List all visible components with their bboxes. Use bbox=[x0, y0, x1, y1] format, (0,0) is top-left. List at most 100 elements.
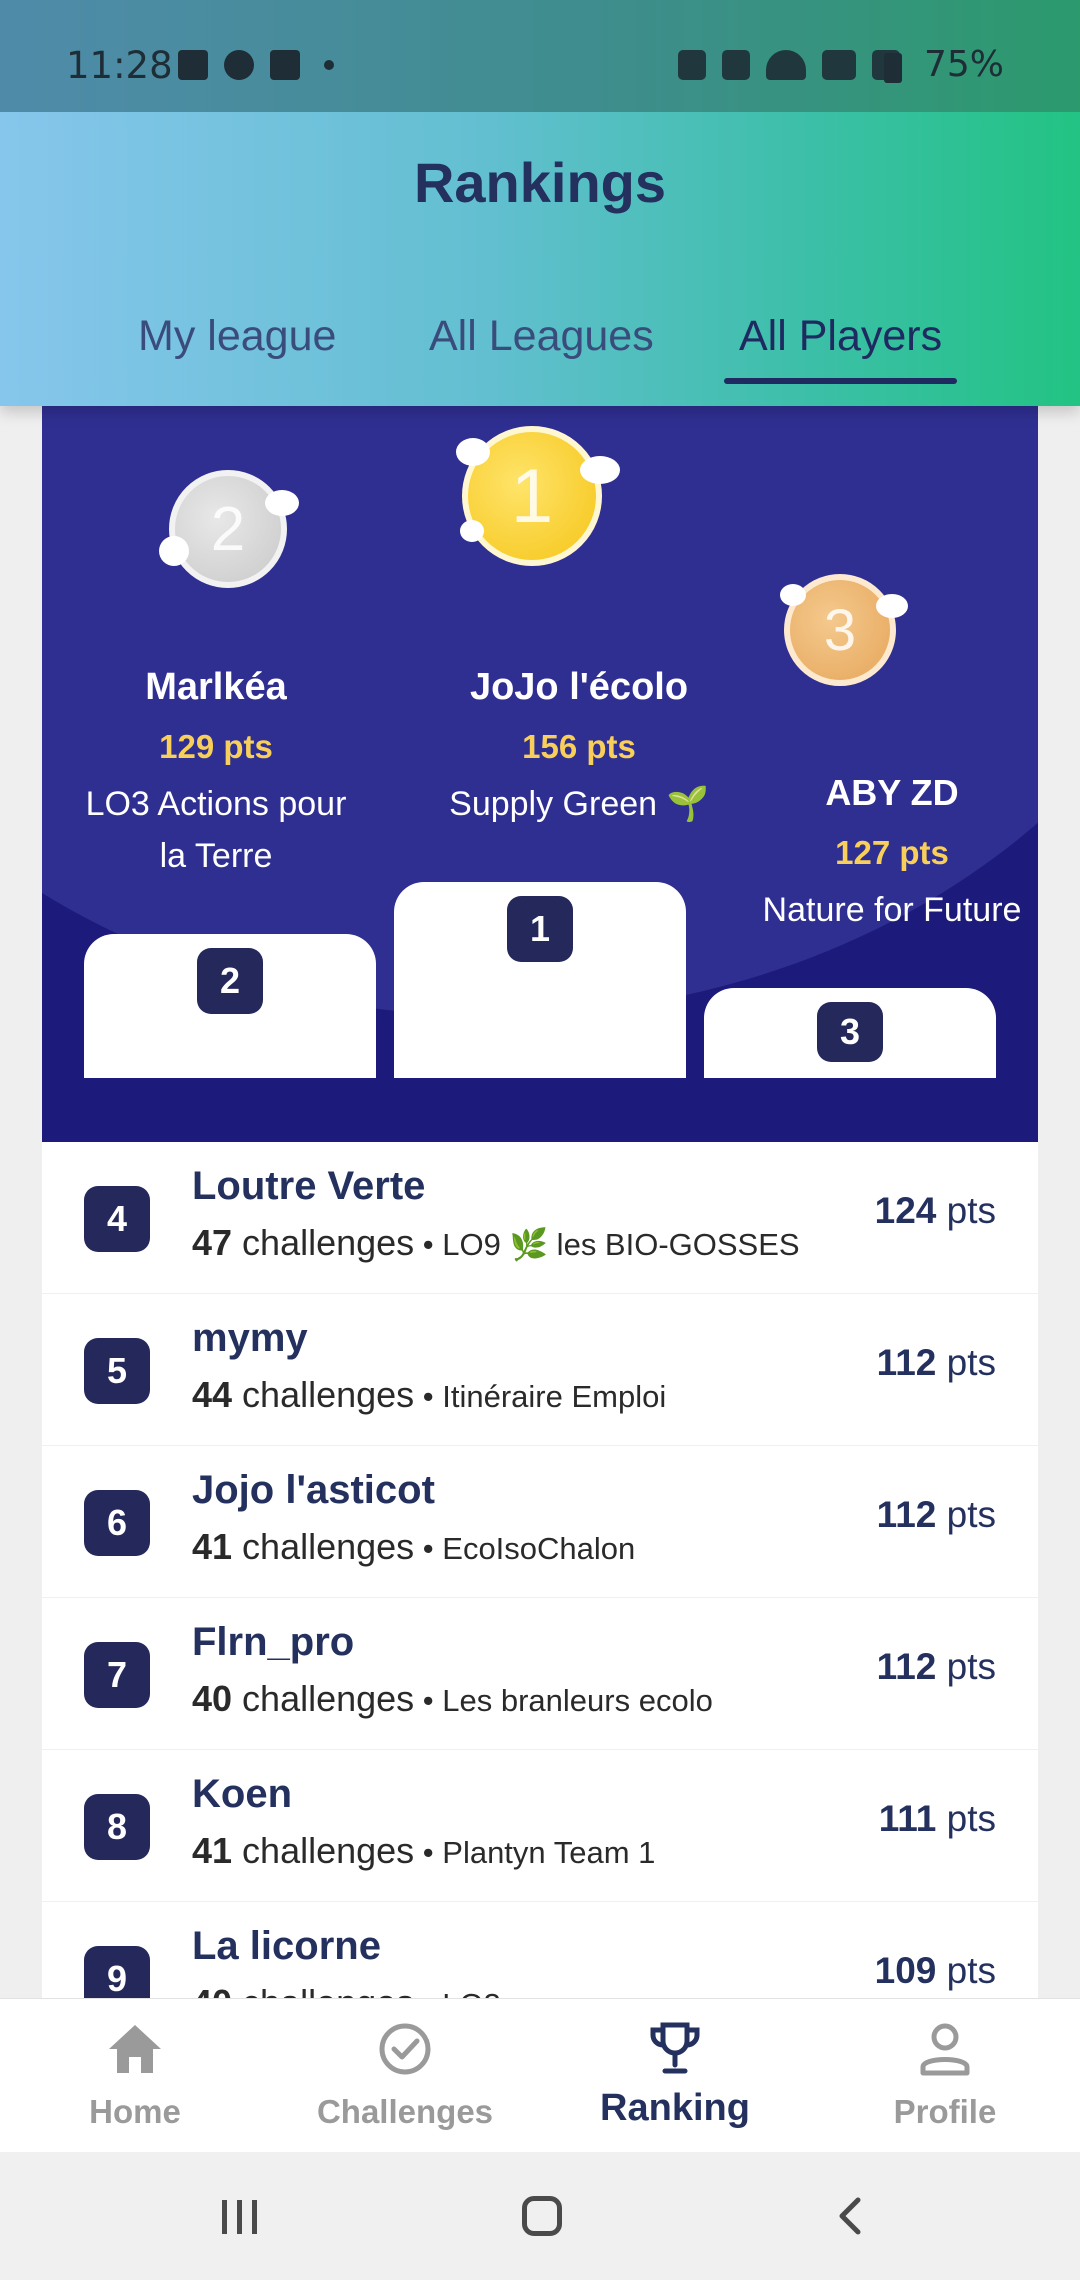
system-navigation-bar bbox=[0, 2152, 1080, 2280]
points-value: 112 bbox=[876, 1646, 937, 1687]
nav-ranking-label: Ranking bbox=[600, 2087, 750, 2129]
ranking-row[interactable]: 7 Flrn_pro 40 challenges • Les branleurs… bbox=[42, 1598, 1038, 1750]
challenges-label: challenges bbox=[232, 1982, 414, 1998]
more-notifications-icon bbox=[324, 60, 334, 70]
podium: 2 1 3 Marlkéa 129 pts LO3 Actions pour l… bbox=[42, 406, 1038, 1142]
nav-home-label: Home bbox=[89, 2093, 181, 2130]
points-value: 109 bbox=[874, 1950, 937, 1991]
back-icon[interactable] bbox=[830, 2196, 870, 2236]
player-team: • EcoIsoChalon bbox=[414, 1531, 636, 1566]
rank-badge: 2 bbox=[197, 948, 263, 1014]
rank-badge: 5 bbox=[84, 1338, 150, 1404]
app-header: 11:28 75% Rankings My league All Leagues… bbox=[0, 0, 1080, 406]
podium-third-team: Nature for Future bbox=[762, 891, 1022, 929]
podium-second-team: LO3 Actions pour la Terre bbox=[42, 778, 390, 882]
player-team: • Les branleurs ecolo bbox=[414, 1683, 713, 1718]
podium-block-first: 1 bbox=[394, 882, 686, 1078]
podium-first-name[interactable]: JoJo l'écolo bbox=[382, 666, 776, 709]
player-name: Jojo l'asticot bbox=[192, 1468, 435, 1512]
ranking-list[interactable]: 4 Loutre Verte 47 challenges • LO9 🌿 les… bbox=[42, 1142, 1038, 1998]
challenge-count: 47 bbox=[192, 1222, 233, 1263]
home-button-icon[interactable] bbox=[522, 2196, 562, 2236]
player-details: 44 challenges • Itinéraire Emploi bbox=[192, 1374, 666, 1416]
player-team: • Plantyn Team 1 bbox=[414, 1835, 656, 1870]
nav-profile[interactable]: Profile bbox=[810, 1999, 1080, 2153]
challenge-count: 44 bbox=[192, 1374, 233, 1415]
points-label: pts bbox=[936, 1646, 996, 1687]
player-points: 111 pts bbox=[879, 1798, 996, 1840]
player-name: Koen bbox=[192, 1772, 292, 1816]
player-points: 112 pts bbox=[877, 1646, 996, 1688]
points-value: 112 bbox=[876, 1494, 937, 1535]
nav-ranking[interactable]: Ranking bbox=[540, 1999, 810, 2153]
points-value: 112 bbox=[876, 1342, 937, 1383]
podium-second-points: 129 pts bbox=[159, 728, 273, 765]
challenges-label: challenges bbox=[232, 1222, 415, 1263]
podium-block-second: 2 bbox=[84, 934, 376, 1078]
active-tab-indicator bbox=[724, 378, 957, 384]
points-label: pts bbox=[936, 1494, 996, 1535]
page-title: Rankings bbox=[413, 151, 667, 214]
rank-badge: 9 bbox=[84, 1946, 150, 1998]
ranking-row[interactable]: 9 La licorne 40 challenges • LO3 ... 109… bbox=[42, 1902, 1038, 1998]
tab-my-league[interactable]: My league bbox=[138, 312, 336, 361]
bottom-navigation: Home Challenges Ranking Profile bbox=[0, 1998, 1080, 2152]
wifi-icon bbox=[766, 50, 806, 80]
points-label: pts bbox=[936, 1950, 996, 1991]
nav-challenges-label: Challenges bbox=[316, 2093, 494, 2130]
rank-badge: 4 bbox=[84, 1186, 150, 1252]
notification-icons bbox=[178, 50, 334, 80]
data-saver-icon bbox=[678, 50, 706, 80]
player-points: 124 pts bbox=[875, 1190, 996, 1232]
gallery-icon bbox=[178, 50, 208, 80]
nav-home[interactable]: Home bbox=[0, 1999, 270, 2153]
player-points: 112 pts bbox=[877, 1494, 996, 1536]
rank-badge: 1 bbox=[507, 896, 573, 962]
player-details: 40 challenges • Les branleurs ecolo bbox=[192, 1678, 713, 1720]
mute-icon bbox=[722, 50, 750, 80]
tab-all-players[interactable]: All Players bbox=[739, 312, 942, 361]
challenges-label: challenges bbox=[232, 1678, 415, 1719]
challenges-label: challenges bbox=[232, 1830, 415, 1871]
podium-first-points: 156 pts bbox=[522, 728, 636, 765]
podium-second-name[interactable]: Marlkéa bbox=[42, 666, 390, 709]
battery-icon bbox=[884, 53, 902, 83]
silver-medal-icon: 2 bbox=[159, 470, 299, 588]
person-icon bbox=[920, 2023, 970, 2076]
nav-profile-label: Profile bbox=[893, 2093, 997, 2130]
player-name: Loutre Verte bbox=[192, 1164, 426, 1208]
player-details: 47 challenges • LO9 🌿 les BIO-GOSSES bbox=[192, 1222, 800, 1264]
points-value: 124 bbox=[874, 1190, 937, 1231]
points-label: pts bbox=[936, 1190, 996, 1231]
player-name: mymy bbox=[192, 1316, 308, 1360]
medal-rank-3: 3 bbox=[823, 597, 857, 663]
recent-apps-icon[interactable] bbox=[220, 2200, 260, 2234]
podium-block-third: 3 bbox=[704, 988, 996, 1078]
player-team: • LO9 🌿 les BIO-GOSSES bbox=[414, 1227, 800, 1262]
player-team: • LO3 ... bbox=[414, 1987, 536, 1998]
tab-all-leagues[interactable]: All Leagues bbox=[429, 312, 654, 361]
challenge-count: 41 bbox=[192, 1830, 233, 1871]
nav-challenges[interactable]: Challenges bbox=[270, 1999, 540, 2153]
podium-second-team-line1: LO3 Actions pour bbox=[85, 785, 347, 823]
ranking-row[interactable]: 8 Koen 41 challenges • Plantyn Team 1 11… bbox=[42, 1750, 1038, 1902]
medal-rank-1: 1 bbox=[510, 453, 554, 539]
challenge-count: 41 bbox=[192, 1526, 233, 1567]
ranking-row[interactable]: 4 Loutre Verte 47 challenges • LO9 🌿 les… bbox=[42, 1142, 1038, 1294]
points-label: pts bbox=[936, 1798, 996, 1839]
system-icons bbox=[678, 50, 900, 80]
gold-medal-icon: 1 bbox=[456, 426, 620, 566]
challenges-label: challenges bbox=[232, 1526, 415, 1567]
ranking-row[interactable]: 6 Jojo l'asticot 41 challenges • EcoIsoC… bbox=[42, 1446, 1038, 1598]
rank-badge: 6 bbox=[84, 1490, 150, 1556]
bronze-medal-icon: 3 bbox=[780, 574, 908, 686]
check-circle-icon bbox=[379, 2023, 431, 2075]
challenge-count: 40 bbox=[192, 1678, 233, 1719]
player-name: La licorne bbox=[192, 1924, 381, 1968]
points-label: pts bbox=[936, 1342, 996, 1383]
home-icon bbox=[109, 2025, 161, 2073]
player-details: 41 challenges • EcoIsoChalon bbox=[192, 1526, 635, 1568]
podium-third-name[interactable]: ABY ZD bbox=[692, 772, 1038, 814]
rank-badge: 7 bbox=[84, 1642, 150, 1708]
ranking-row[interactable]: 5 mymy 44 challenges • Itinéraire Emploi… bbox=[42, 1294, 1038, 1446]
